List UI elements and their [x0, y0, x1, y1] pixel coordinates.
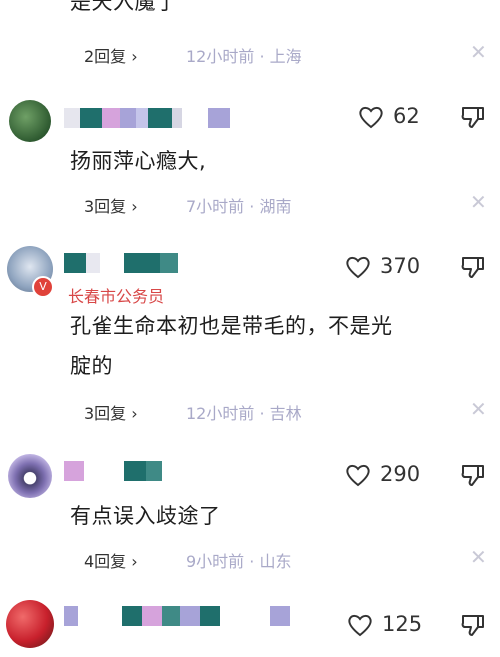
- chevron-right-icon: ›: [131, 197, 138, 216]
- like-count: 290: [380, 462, 421, 486]
- like-count: 370: [380, 254, 421, 278]
- username-redacted[interactable]: [64, 606, 294, 628]
- comment-0-body: 是天入魔了: [70, 0, 178, 14]
- like-count: 62: [393, 104, 420, 128]
- close-icon[interactable]: ✕: [470, 40, 487, 64]
- heart-icon[interactable]: [345, 255, 371, 279]
- comment-2-body-line1: 孔雀生命本初也是带毛的，不是光: [70, 314, 393, 338]
- comment-2-replies-button[interactable]: 3回复 ›: [84, 400, 138, 424]
- verified-badge-icon: V: [32, 276, 54, 298]
- thumb-down-icon[interactable]: [460, 254, 486, 280]
- close-icon[interactable]: ✕: [470, 190, 487, 214]
- comment-1-meta: 7小时前 · 湖南: [186, 197, 292, 216]
- comment-3-replies-button[interactable]: 4回复 ›: [84, 548, 138, 572]
- chevron-right-icon: ›: [131, 47, 138, 66]
- close-icon[interactable]: ✕: [470, 545, 487, 569]
- comment-1-body: 扬丽萍心瘾大,: [70, 149, 207, 173]
- heart-icon[interactable]: [358, 105, 384, 129]
- avatar[interactable]: [9, 100, 51, 142]
- replies-label: 2回复: [84, 47, 127, 66]
- thumb-down-icon[interactable]: [460, 462, 486, 488]
- comment-0-replies-button[interactable]: 2回复 ›: [84, 43, 138, 67]
- chevron-right-icon: ›: [131, 552, 138, 571]
- avatar[interactable]: [6, 600, 54, 648]
- thumb-down-icon[interactable]: [460, 104, 486, 130]
- username-redacted[interactable]: [64, 253, 204, 275]
- username-redacted[interactable]: [64, 108, 234, 130]
- comment-2-meta: 12小时前 · 吉林: [186, 404, 302, 423]
- chevron-right-icon: ›: [131, 404, 138, 423]
- replies-label: 3回复: [84, 197, 127, 216]
- thumb-down-icon[interactable]: [460, 612, 486, 638]
- close-icon[interactable]: ✕: [470, 397, 487, 421]
- username-redacted[interactable]: [64, 461, 174, 483]
- comment-0-meta: 12小时前 · 上海: [186, 47, 302, 66]
- comment-1-replies-button[interactable]: 3回复 ›: [84, 193, 138, 217]
- user-role-label: 长春市公务员: [68, 287, 165, 306]
- like-count: 125: [382, 612, 423, 636]
- heart-icon[interactable]: [345, 463, 371, 487]
- avatar[interactable]: [8, 454, 52, 498]
- comment-3-body: 有点误入歧途了: [70, 504, 221, 528]
- replies-label: 4回复: [84, 552, 127, 571]
- heart-icon[interactable]: [347, 613, 373, 637]
- comment-2-body-line2: 腚的: [70, 354, 113, 378]
- comment-3-meta: 9小时前 · 山东: [186, 552, 292, 571]
- replies-label: 3回复: [84, 404, 127, 423]
